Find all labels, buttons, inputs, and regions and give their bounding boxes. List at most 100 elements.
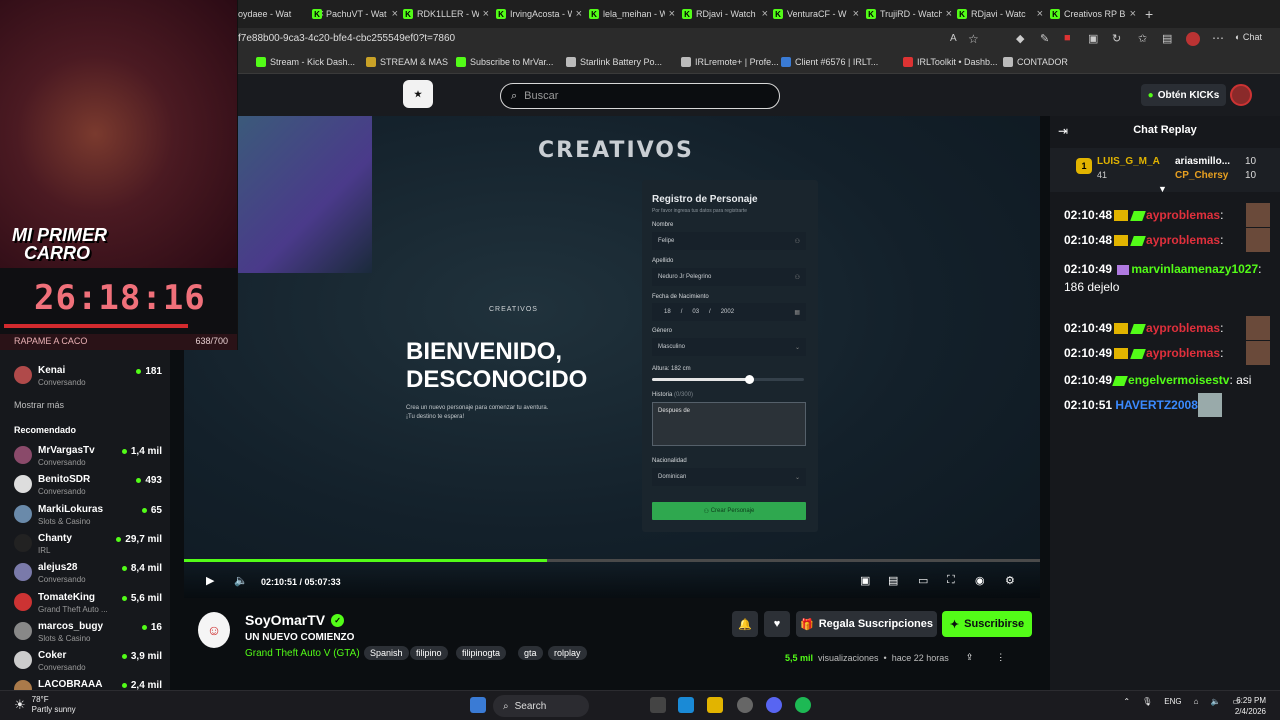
read-aloud-icon[interactable]: A [950,33,957,44]
theater-icon[interactable]: ▤ [888,574,898,587]
bookmark-item[interactable]: Subscribe to MrVar... [456,57,553,67]
close-tab-icon[interactable]: × [576,8,582,20]
stream-tag[interactable]: rolplay [548,646,587,660]
stream-tag[interactable]: gta [518,646,543,660]
bookmark-item[interactable]: Client #6576 | IRLT... [781,57,878,67]
sidebar-channel-item[interactable]: marcos_bugy Slots & Casino 16 [14,620,164,648]
clock[interactable]: 6:29 PM 2/4/2026 [1235,695,1266,717]
sidebar-channel-item[interactable]: alejus28 Conversando 8,4 mil [14,561,164,589]
channel-name-row[interactable]: SoyOmarTV ✓ [245,612,345,628]
kick-logo[interactable]: ⭒ [403,80,433,108]
tray-chevron-up-icon[interactable]: ⌃ [1123,697,1130,706]
sidebar-channel-item[interactable]: MrVargasTv Conversando 1,4 mil [14,444,164,472]
bookmark-item[interactable]: IRLToolkit • Dashb... [903,57,998,67]
video-progress-bar[interactable] [184,559,1040,562]
browser-tab[interactable]: K RDjavi - Watc × [957,4,1043,24]
language-indicator[interactable]: ENG [1164,697,1181,706]
sidebar-channel-item[interactable]: BenitoSDR Conversando 493 [14,473,164,501]
stream-category[interactable]: Grand Theft Auto V (GTA) [245,648,360,659]
refresh-icon[interactable]: ↻ [1112,32,1121,45]
subscribe-button[interactable]: ✦ Suscribirse [942,611,1032,637]
close-tab-icon[interactable]: × [1130,8,1136,20]
spotify-icon[interactable] [795,697,811,713]
profile-avatar[interactable] [1186,32,1200,46]
settings-gear-icon[interactable]: ⚙ [1005,574,1015,587]
url-text[interactable]: f7e88b00-9ca3-4c20-bfe4-cbc255549ef0?t=7… [238,33,455,44]
close-tab-icon[interactable]: × [1037,8,1043,20]
close-tab-icon[interactable]: × [669,8,675,20]
stream-tag[interactable]: filipinogta [456,646,507,660]
fullscreen-icon[interactable]: ⛶ [947,574,955,587]
close-tab-icon[interactable]: × [392,8,398,20]
favorites-icon[interactable]: ✩ [1138,32,1147,45]
task-view-icon[interactable] [650,697,666,713]
discord-icon[interactable] [766,697,782,713]
sidebar-channel-item[interactable]: Coker Conversando 3,9 mil [14,649,164,677]
extension-icon[interactable]: ◆ [1016,32,1024,45]
extension-icon[interactable]: ✎ [1040,32,1049,45]
bookmark-item[interactable]: Stream - Kick Dash... [256,57,355,67]
volume-icon[interactable]: 🔈 [234,574,248,587]
bookmark-item[interactable]: CONTADOR [1003,57,1068,67]
notifications-bell-icon[interactable]: 🔔 [732,611,758,637]
clip-icon[interactable]: ▣ [860,574,870,587]
chat-username[interactable]: ayproblemas [1146,321,1220,335]
browser-tab[interactable]: K RDK1LLER - Wa × [403,4,489,24]
show-more-link[interactable]: Mostrar más [14,400,64,410]
search-input[interactable]: ⌕ Buscar [500,83,780,109]
browser-tab[interactable]: K VenturaCF - W × [773,4,859,24]
chat-username[interactable]: ayproblemas [1146,346,1220,360]
bookmark-item[interactable]: IRLremote+ | Profe... [681,57,779,67]
sidebar-channel-item[interactable]: Chanty IRL 29,7 mil [14,532,164,560]
chat-username[interactable]: engelvermoisestv [1128,373,1229,387]
stream-tag[interactable]: filipino [410,646,448,660]
file-explorer-icon[interactable] [707,697,723,713]
app-icon[interactable] [737,697,753,713]
gift-subs-button[interactable]: 🎁 Regala Suscripciones [796,611,937,637]
copilot-chat-button[interactable]: ◐ Chat [1235,32,1262,42]
bookmark-item[interactable]: STREAM & MAS [366,57,448,67]
menu-dots-icon[interactable]: ⋯ [1212,31,1224,45]
user-avatar[interactable] [1230,84,1252,106]
chat-username[interactable]: ayproblemas [1146,208,1220,222]
more-options-icon[interactable]: ⋮ [996,652,1005,663]
browser-tab[interactable]: Klela_meihan - W × [589,4,675,24]
expand-leaderboard-icon[interactable]: ▼ [1158,184,1167,194]
close-tab-icon[interactable]: × [762,8,768,20]
weather-widget[interactable]: ☀ 78°F Partly sunny [14,695,76,715]
edge-icon[interactable] [678,697,694,713]
stream-tag[interactable]: Spanish [364,646,409,660]
browser-tab[interactable]: K TrujiRD - Watch × [866,4,952,24]
sidebar-channel-item[interactable]: TomateKing Grand Theft Auto ... 5,6 mil [14,591,164,619]
follow-heart-icon[interactable]: ♥ [764,611,790,637]
chat-username[interactable]: HAVERTZ2008 [1115,398,1197,412]
play-icon[interactable]: ▶ [206,574,214,587]
miniplayer-icon[interactable]: ▭ [918,574,928,587]
favorite-star-icon[interactable]: ☆ [968,32,979,46]
close-tab-icon[interactable]: × [946,8,952,20]
new-tab-icon[interactable]: + [1145,6,1153,22]
collections-icon[interactable]: ▤ [1162,32,1172,45]
channel-name[interactable]: SoyOmarTV [245,612,325,628]
microphone-icon[interactable]: 🎙 [1142,697,1152,706]
windows-start-icon[interactable] [470,697,486,713]
extension-icon[interactable]: ▣ [1088,32,1098,45]
bookmark-item[interactable]: Starlink Battery Po... [566,57,662,67]
share-icon[interactable]: ⇪ [966,652,974,663]
channel-avatar[interactable]: ☺ [198,612,230,648]
browser-tab[interactable]: K IrvingAcosta - W × [496,4,582,24]
chat-username[interactable]: ayproblemas [1146,233,1220,247]
taskbar-search[interactable]: ⌕ Search [493,695,589,717]
volume-icon[interactable]: 🔈 [1210,697,1220,706]
get-kicks-button[interactable]: ● Obtén KICKs [1141,84,1226,106]
browser-tab[interactable]: K RDjavi - Watch × [682,4,768,24]
browser-tab[interactable]: K PachuVT - Wat × [312,4,398,24]
sidebar-channel-item[interactable]: MarkiLokuras Slots & Casino 65 [14,503,164,531]
extension-icon[interactable]: ■ [1064,32,1071,44]
close-tab-icon[interactable]: × [483,8,489,20]
speed-icon[interactable]: ◉ [975,574,985,587]
close-tab-icon[interactable]: × [853,8,859,20]
chat-username[interactable]: marvinlaamenazy1027 [1131,262,1258,276]
network-icon[interactable]: ⌂ [1194,697,1199,706]
browser-tab[interactable]: K Creativos RP B × [1050,4,1136,24]
